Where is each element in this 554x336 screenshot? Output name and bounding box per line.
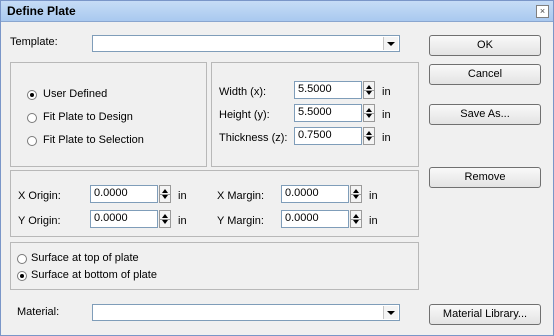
x-margin-label: X Margin: xyxy=(217,190,265,202)
template-label: Template: xyxy=(10,36,58,48)
x-origin-label: X Origin: xyxy=(18,190,61,202)
y-margin-spinner[interactable] xyxy=(350,210,362,228)
plate-size-group: Width (x): 5.5000 in Height (y): 5.5000 … xyxy=(211,62,419,167)
ok-button[interactable]: OK xyxy=(429,35,541,56)
surface-bottom-radio[interactable] xyxy=(17,271,27,281)
y-margin-unit: in xyxy=(369,215,378,227)
chevron-down-icon[interactable] xyxy=(383,37,398,50)
thickness-field[interactable]: 0.7500 xyxy=(294,127,362,145)
height-field[interactable]: 5.5000 xyxy=(294,104,362,122)
material-dropdown[interactable] xyxy=(92,304,400,321)
surface-group: Surface at top of plate Surface at botto… xyxy=(10,242,419,290)
material-library-button[interactable]: Material Library... xyxy=(429,304,541,325)
width-field[interactable]: 5.5000 xyxy=(294,81,362,99)
surface-top-radio[interactable] xyxy=(17,254,27,264)
x-origin-field[interactable]: 0.0000 xyxy=(90,185,158,203)
define-plate-dialog: Define Plate × Template: OK Cancel Save … xyxy=(0,0,554,336)
user-defined-label: User Defined xyxy=(43,88,108,100)
height-unit: in xyxy=(382,109,391,121)
x-origin-unit: in xyxy=(178,190,187,202)
y-origin-label: Y Origin: xyxy=(18,215,61,227)
fit-to-design-radio[interactable] xyxy=(27,113,37,123)
save-as-button[interactable]: Save As... xyxy=(429,104,541,125)
y-margin-label: Y Margin: xyxy=(217,215,264,227)
width-unit: in xyxy=(382,86,391,98)
title-bar[interactable]: Define Plate × xyxy=(1,1,553,22)
thickness-label: Thickness (z): xyxy=(219,132,288,144)
height-spinner[interactable] xyxy=(363,104,375,122)
width-spinner[interactable] xyxy=(363,81,375,99)
thickness-spinner[interactable] xyxy=(363,127,375,145)
thickness-unit: in xyxy=(382,132,391,144)
height-label: Height (y): xyxy=(219,109,270,121)
close-icon[interactable]: × xyxy=(536,5,549,18)
window-title: Define Plate xyxy=(7,4,76,18)
material-label: Material: xyxy=(17,306,60,318)
user-defined-radio[interactable] xyxy=(27,90,37,100)
width-label: Width (x): xyxy=(219,86,267,98)
chevron-down-icon[interactable] xyxy=(383,306,398,319)
x-origin-spinner[interactable] xyxy=(159,185,171,203)
surface-top-label: Surface at top of plate xyxy=(31,252,139,264)
fit-to-selection-radio[interactable] xyxy=(27,136,37,146)
surface-bottom-label: Surface at bottom of plate xyxy=(31,269,157,281)
y-origin-unit: in xyxy=(178,215,187,227)
dialog-body: Template: OK Cancel Save As... Remove Ma… xyxy=(1,22,553,335)
x-margin-field[interactable]: 0.0000 xyxy=(281,185,349,203)
template-dropdown[interactable] xyxy=(92,35,400,52)
x-margin-spinner[interactable] xyxy=(350,185,362,203)
remove-button[interactable]: Remove xyxy=(429,167,541,188)
y-origin-spinner[interactable] xyxy=(159,210,171,228)
y-origin-field[interactable]: 0.0000 xyxy=(90,210,158,228)
origin-margin-group: X Origin: 0.0000 in Y Origin: 0.0000 in … xyxy=(10,170,419,237)
plate-mode-group: User Defined Fit Plate to Design Fit Pla… xyxy=(10,62,207,167)
fit-to-selection-label: Fit Plate to Selection xyxy=(43,134,144,146)
x-margin-unit: in xyxy=(369,190,378,202)
y-margin-field[interactable]: 0.0000 xyxy=(281,210,349,228)
cancel-button[interactable]: Cancel xyxy=(429,64,541,85)
fit-to-design-label: Fit Plate to Design xyxy=(43,111,133,123)
